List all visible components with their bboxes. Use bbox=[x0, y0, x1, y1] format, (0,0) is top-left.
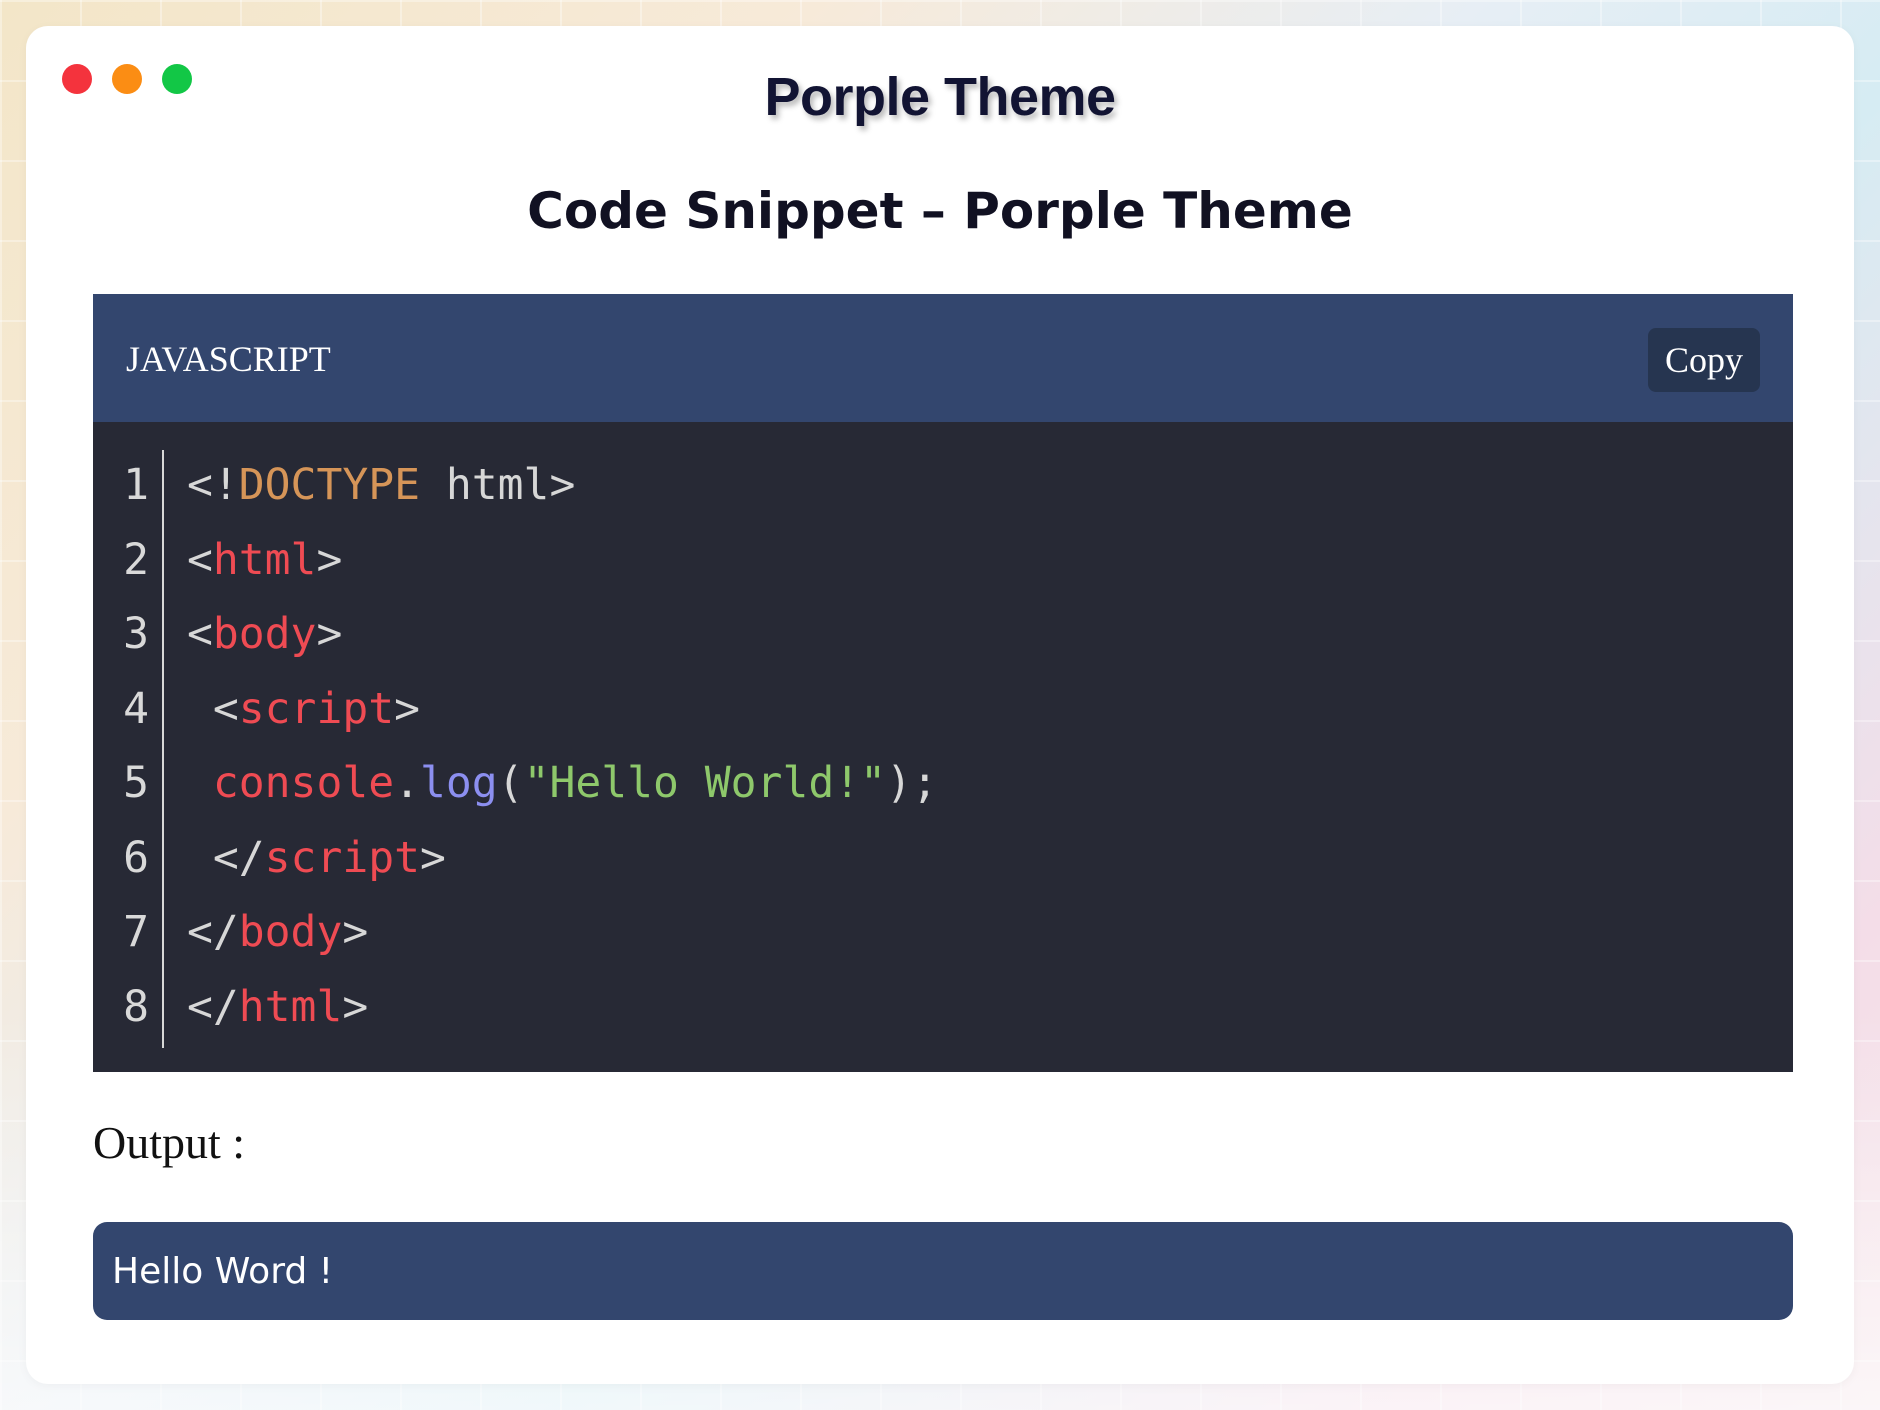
code-token-ident: console bbox=[212, 758, 395, 809]
code-token-punc: > bbox=[316, 609, 343, 660]
code-token-tag: body bbox=[238, 907, 343, 958]
code-text: </body> bbox=[187, 907, 368, 957]
code-line: 2 <html> bbox=[93, 523, 1793, 598]
code-token-tag: script bbox=[238, 683, 395, 734]
output-box: Hello Word ! bbox=[93, 1222, 1793, 1320]
copy-button[interactable]: Copy bbox=[1648, 328, 1760, 392]
code-header: JAVASCRIPT Copy bbox=[93, 294, 1793, 422]
page-heading: Code Snippet – Porple Theme bbox=[527, 182, 1353, 240]
code-snippet-card: JAVASCRIPT Copy 1 <!DOCTYPE html> 2 <html> 3… bbox=[93, 294, 1793, 1072]
line-number-divider bbox=[162, 450, 164, 1048]
code-token-punc: <! bbox=[187, 460, 239, 511]
code-text: <!DOCTYPE html> bbox=[187, 460, 575, 510]
line-number: 7 bbox=[123, 907, 149, 958]
line-number: 6 bbox=[123, 832, 149, 883]
code-body[interactable]: 1 <!DOCTYPE html> 2 <html> 3 <body> 4 <script>… bbox=[93, 422, 1793, 1072]
code-token-tag: body bbox=[212, 609, 317, 660]
code-token-punc: > bbox=[342, 907, 369, 958]
code-token-punc: < bbox=[187, 609, 213, 660]
line-number: 5 bbox=[123, 758, 149, 809]
line-number: 3 bbox=[123, 609, 149, 660]
code-line: 3 <body> bbox=[93, 597, 1793, 672]
output-text: Hello Word ! bbox=[112, 1250, 334, 1292]
line-number: 8 bbox=[123, 981, 149, 1032]
code-line: 4 <script> bbox=[93, 672, 1793, 747]
code-token-punc: > bbox=[316, 534, 343, 585]
line-number: 1 bbox=[123, 460, 149, 511]
code-text: console.log("Hello World!"); bbox=[187, 758, 938, 808]
code-token-punc: < bbox=[187, 534, 213, 585]
code-token-punc: ); bbox=[886, 758, 938, 809]
code-line: 1 <!DOCTYPE html> bbox=[93, 448, 1793, 523]
code-token-tag: html bbox=[212, 534, 317, 585]
code-token-punc: ( bbox=[497, 758, 524, 809]
code-token-punc: > bbox=[394, 683, 421, 734]
code-text: </html> bbox=[187, 982, 368, 1032]
line-number: 2 bbox=[123, 534, 149, 585]
code-token-punc: </ bbox=[212, 832, 265, 883]
code-token-punc: > bbox=[342, 981, 369, 1032]
code-text: <html> bbox=[187, 535, 342, 585]
code-token-punc: html> bbox=[420, 460, 576, 511]
code-line: 5 console.log("Hello World!"); bbox=[93, 746, 1793, 821]
code-text: <body> bbox=[187, 609, 342, 659]
code-token-str: "Hello World!" bbox=[523, 758, 886, 809]
code-line: 7 </body> bbox=[93, 895, 1793, 970]
code-token-punc: </ bbox=[187, 907, 239, 958]
code-line: 6 </script> bbox=[93, 821, 1793, 896]
code-token-punc: . bbox=[394, 758, 420, 809]
window-title: Porple Theme bbox=[764, 67, 1116, 127]
code-token-method: log bbox=[420, 758, 498, 809]
code-text: </script> bbox=[187, 833, 446, 883]
app-window: Porple Theme Code Snippet – Porple Theme… bbox=[26, 26, 1854, 1384]
code-text: <script> bbox=[187, 684, 420, 734]
code-token-punc: > bbox=[420, 832, 446, 883]
code-token-tag: script bbox=[264, 832, 421, 883]
code-token-punc: </ bbox=[187, 981, 239, 1032]
code-token-doctype: DOCTYPE bbox=[238, 460, 420, 511]
output-label: Output : bbox=[93, 1117, 246, 1168]
code-token-punc: < bbox=[212, 683, 239, 734]
line-number: 4 bbox=[123, 683, 149, 734]
language-label: JAVASCRIPT bbox=[126, 339, 331, 379]
code-line: 8 </html> bbox=[93, 970, 1793, 1045]
code-token-tag: html bbox=[238, 981, 343, 1032]
